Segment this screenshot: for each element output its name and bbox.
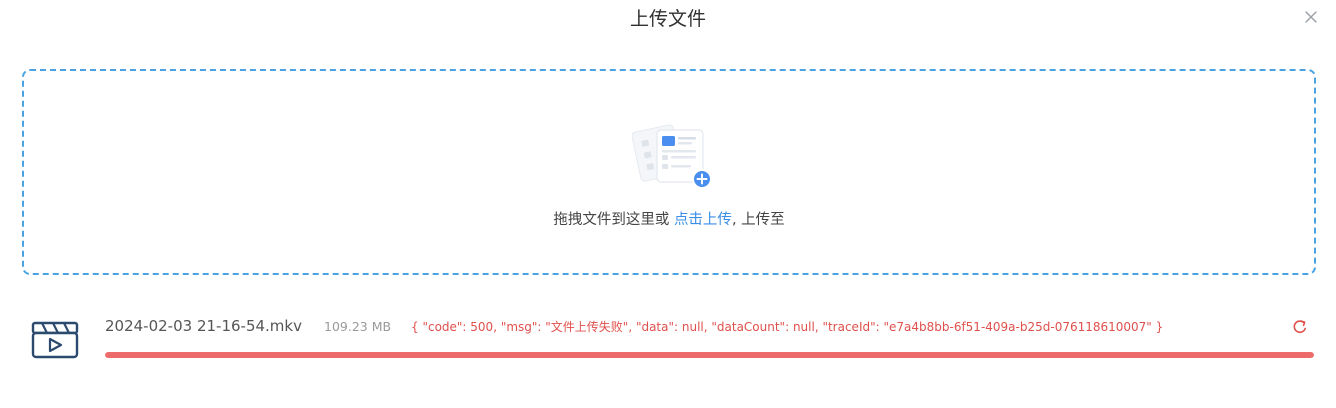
upload-progress-fill <box>105 352 1314 358</box>
dropzone-text-after: , 上传至 <box>731 212 785 228</box>
video-file-icon <box>31 321 79 359</box>
dropzone-text-before: 拖拽文件到这里或 <box>553 212 674 228</box>
upload-list-item: 2024-02-03 21-16-54.mkv 109.23 MB { "cod… <box>0 300 1336 380</box>
click-to-upload-link[interactable]: 点击上传 <box>674 212 732 228</box>
close-icon <box>1305 11 1317 23</box>
document-upload-illustration <box>632 124 712 189</box>
upload-dialog: 上传文件 拖拽文件到这里或 点击上传, 上传至 2024-02-03 21-16… <box>0 0 1336 408</box>
file-name: 2024-02-03 21-16-54.mkv <box>105 317 302 335</box>
dropzone-instructions: 拖拽文件到这里或 点击上传, 上传至 <box>24 210 1314 230</box>
dialog-title: 上传文件 <box>629 8 706 30</box>
upload-error-message: { "code": 500, "msg": "文件上传失败", "data": … <box>411 320 1164 334</box>
upload-dropzone[interactable]: 拖拽文件到这里或 点击上传, 上传至 <box>22 69 1316 275</box>
refresh-icon <box>1293 320 1306 333</box>
file-size: 109.23 MB <box>324 319 392 334</box>
close-button[interactable] <box>1302 8 1320 26</box>
retry-button[interactable] <box>1290 317 1310 337</box>
upload-progress-bar <box>105 352 1314 358</box>
